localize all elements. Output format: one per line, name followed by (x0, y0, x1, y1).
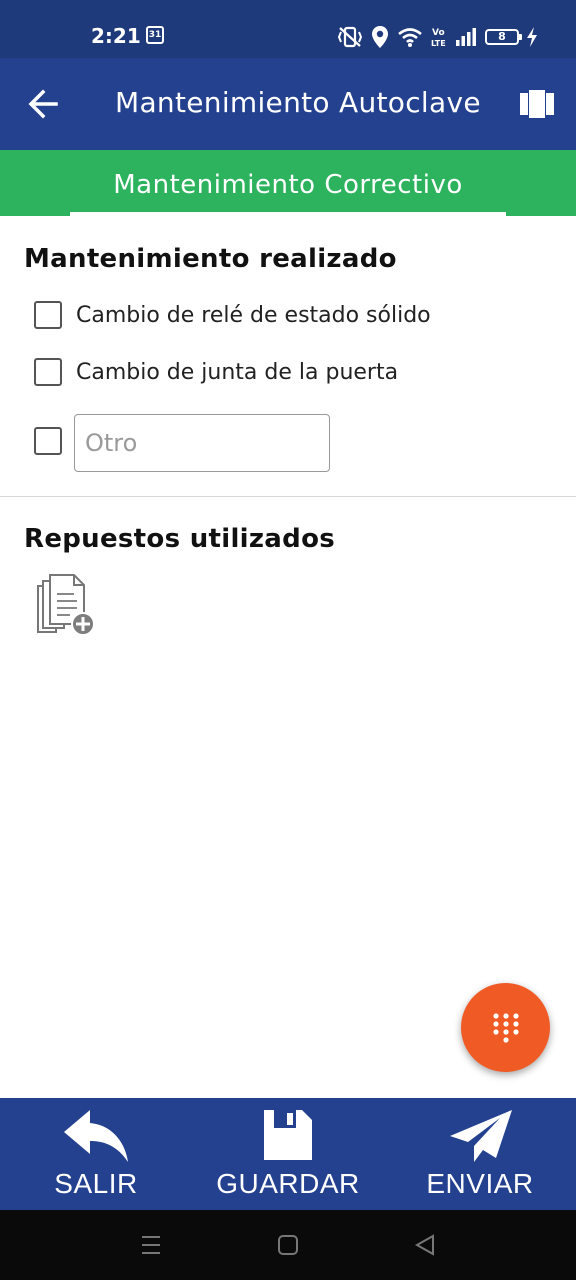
save-icon (264, 1110, 312, 1160)
fab-dialpad-button[interactable] (461, 983, 550, 1072)
back-button[interactable] (22, 82, 66, 126)
send-icon (450, 1110, 512, 1162)
send-button[interactable]: ENVIAR (414, 1098, 546, 1210)
exit-label: SALIR (54, 1168, 138, 1199)
exit-button[interactable]: SALIR (36, 1098, 156, 1210)
board-button[interactable] (518, 88, 556, 120)
status-bar: 2:21 31 Vo LTE 8 (0, 0, 576, 58)
tab-mantenimiento-correctivo[interactable]: Mantenimiento Correctivo (70, 150, 506, 216)
signal-icon (456, 28, 476, 46)
arrow-left-icon (28, 89, 58, 119)
status-icons: Vo LTE 8 (337, 23, 539, 51)
wifi-icon (398, 28, 422, 47)
bottom-action-bar: SALIR GUARDAR ENVIAR (0, 1098, 576, 1210)
volte-icon: Vo LTE (431, 28, 446, 48)
other-input[interactable] (74, 414, 330, 472)
maintenance-item-otro[interactable] (34, 426, 62, 456)
svg-text:LTE: LTE (431, 39, 446, 48)
charging-icon (527, 27, 537, 47)
calendar-icon: 31 (146, 26, 164, 44)
location-icon (372, 26, 388, 48)
save-button[interactable]: GUARDAR (208, 1098, 368, 1210)
tab-bar: Mantenimiento Correctivo (0, 150, 576, 216)
add-parts-button[interactable] (34, 572, 98, 638)
add-document-icon (37, 574, 95, 636)
system-nav-bar (0, 1210, 576, 1280)
home-icon[interactable] (277, 1234, 299, 1256)
checkbox-label[interactable]: Cambio de junta de la puerta (76, 360, 398, 385)
checkbox[interactable] (34, 358, 62, 386)
send-label: ENVIAR (426, 1168, 534, 1199)
status-time: 2:21 (91, 24, 141, 48)
tab-indicator (70, 212, 506, 216)
svg-text:Vo: Vo (432, 28, 445, 38)
checkbox[interactable] (34, 301, 62, 329)
parts-section-title: Repuestos utilizados (24, 524, 336, 554)
menu-icon[interactable] (140, 1234, 162, 1256)
page-title: Mantenimiento Autoclave (115, 86, 481, 119)
checkbox-label[interactable]: Cambio de relé de estado sólido (76, 303, 431, 328)
divider (0, 496, 576, 497)
save-label: GUARDAR (216, 1168, 360, 1199)
maintenance-item-rele[interactable]: Cambio de relé de estado sólido (34, 300, 431, 330)
battery-icon: 8 (485, 29, 522, 45)
board-icon (520, 90, 554, 118)
maintenance-item-junta[interactable]: Cambio de junta de la puerta (34, 357, 398, 387)
back-icon[interactable] (414, 1234, 436, 1256)
tab-label: Mantenimiento Correctivo (113, 170, 463, 200)
maintenance-section-title: Mantenimiento realizado (24, 244, 397, 274)
vibrate-icon (337, 26, 363, 48)
app-bar: Mantenimiento Autoclave (0, 58, 576, 150)
other-checkbox[interactable] (34, 427, 62, 455)
reply-icon (64, 1110, 128, 1162)
dialpad-icon (493, 1013, 519, 1043)
